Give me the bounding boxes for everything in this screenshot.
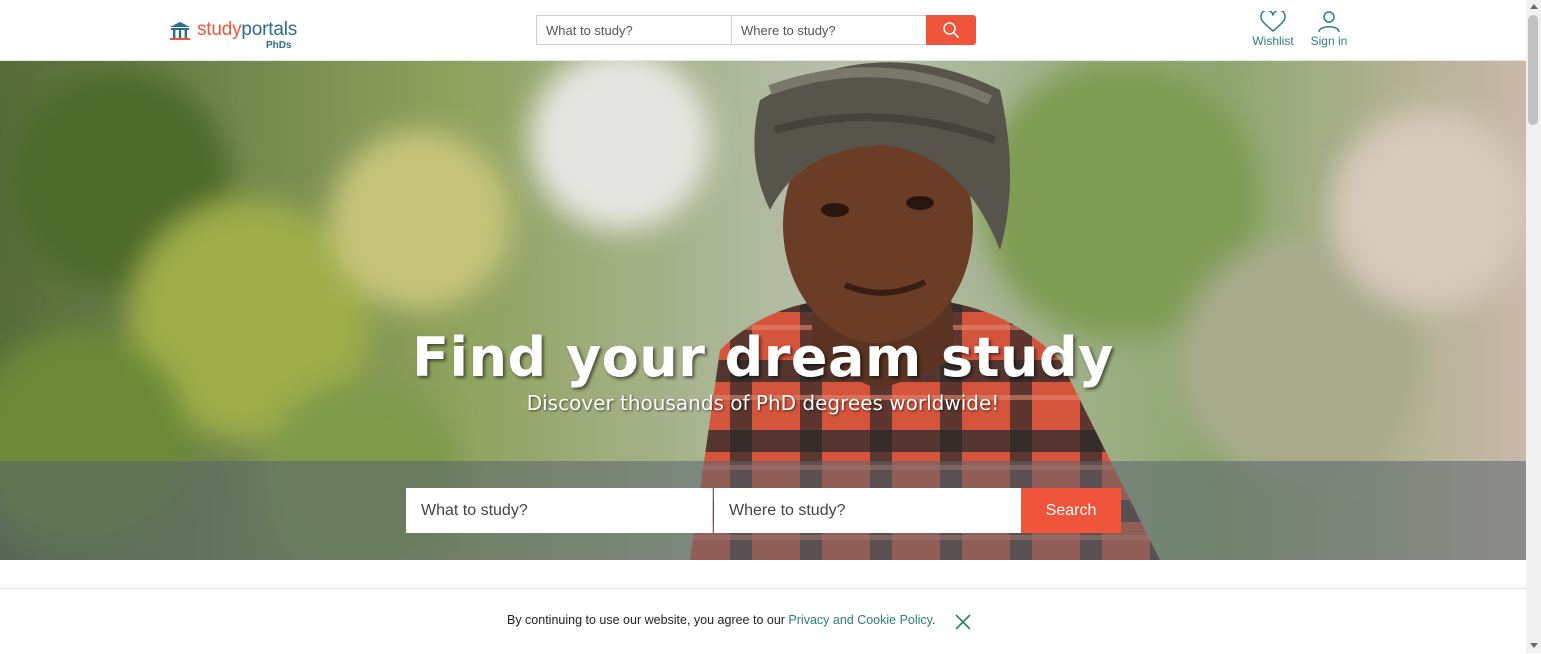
user-icon [1318,11,1340,33]
hero-title: Find your dream study [412,326,1114,389]
logo-wordmark: studyportals [197,18,297,42]
pillar-building-icon [170,22,190,40]
signin-link[interactable]: Sign in [1309,11,1349,48]
cookie-text: By continuing to use our website, you ag… [507,613,789,627]
wishlist-label: Wishlist [1252,34,1294,48]
hero-what-input[interactable] [406,488,713,533]
logo-word-part2: portals [241,19,298,40]
hero-search: Search [406,488,1121,533]
logo-word-part1: study [197,19,242,40]
site-header: studyportals PhDs Wishlist Sign in [0,0,1526,61]
studyportals-logo[interactable]: studyportals PhDs [169,18,319,52]
signin-label: Sign in [1310,34,1348,48]
header-what-input[interactable] [536,15,732,45]
scroll-up-arrow-icon[interactable] [1530,4,1538,9]
page-scrollbar[interactable] [1526,0,1541,653]
scroll-down-arrow-icon[interactable] [1530,643,1538,648]
header-where-input[interactable] [731,15,927,45]
privacy-cookie-policy-link[interactable]: Privacy and Cookie Policy [788,613,932,627]
cookie-consent-bar: By continuing to use our website, you ag… [0,588,1526,654]
hero-search-button[interactable]: Search [1021,488,1121,533]
wishlist-link[interactable]: Wishlist [1251,11,1295,48]
header-search [536,15,976,45]
cookie-message: By continuing to use our website, you ag… [507,613,936,627]
scrollbar-thumb[interactable] [1528,15,1538,125]
hero-section: Find your dream study Discover thousands… [0,60,1526,560]
cookie-suffix: . [932,613,936,627]
hero-where-input[interactable] [714,488,1021,533]
hero-subtitle: Discover thousands of PhD degrees worldw… [526,391,1000,415]
search-icon [943,22,960,39]
logo-subtitle: PhDs [266,40,292,51]
header-search-button[interactable] [926,15,976,45]
close-icon[interactable] [953,612,973,632]
heart-icon [1260,11,1286,32]
